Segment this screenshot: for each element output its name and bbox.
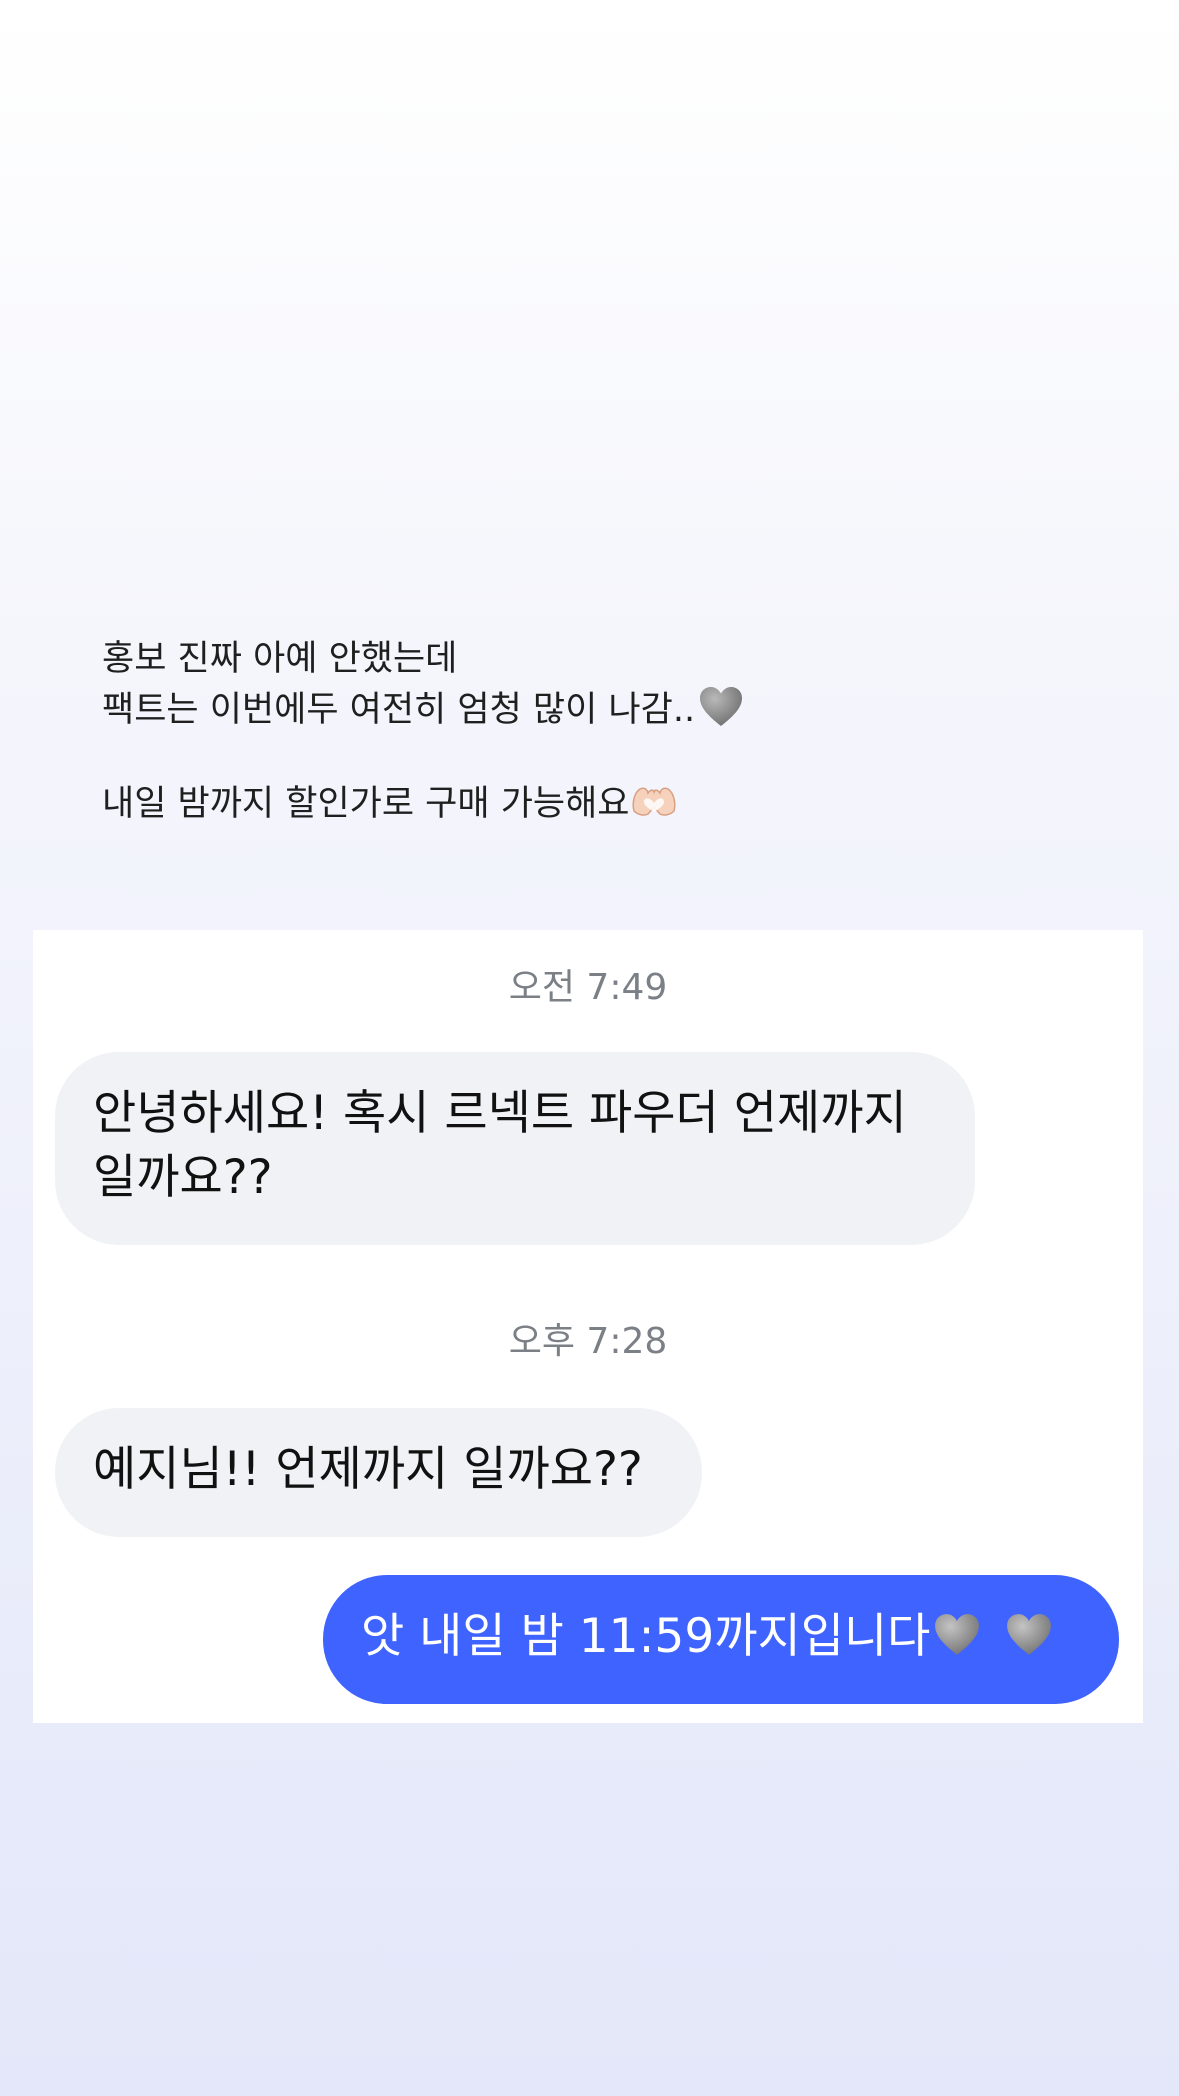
caption-line-2: 팩트는 이번에두 여전히 엄청 많이 나감.. [102, 683, 1002, 734]
caption-line-1: 홍보 진짜 아예 안했는데 [102, 639, 458, 679]
incoming-message-1[interactable]: 안녕하세요! 혹시 르넥트 파우더 언제까지 일까요?? [55, 1052, 975, 1245]
grey-heart-icon [700, 687, 743, 726]
grey-heart-icon [1007, 1614, 1052, 1655]
incoming-message-2[interactable]: 예지님!! 언제까지 일까요?? [55, 1408, 702, 1537]
caption-gap [102, 734, 1002, 781]
caption-line-3-text: 내일 밤까지 할인가로 구매 가능해요 [102, 784, 630, 824]
timestamp-2: 오후 7:28 [508, 1321, 668, 1362]
caption-line-3: 내일 밤까지 할인가로 구매 가능해요 [102, 781, 1002, 828]
outgoing-message-1[interactable]: 앗 내일 밤 11:59까지입니다 [323, 1575, 1119, 1704]
outgoing-message-1-text: 앗 내일 밤 11:59까지입니다 [361, 1609, 931, 1664]
story-caption: 홍보 진짜 아예 안했는데 팩트는 이번에두 여전히 엄청 많이 나감.. 내일… [102, 636, 1002, 828]
incoming-message-1-line-2: 일까요?? [93, 1150, 273, 1205]
caption-line-2-text: 팩트는 이번에두 여전히 엄청 많이 나감.. [102, 690, 696, 730]
chat-screenshot: 오전 7:49 안녕하세요! 혹시 르넥트 파우더 언제까지 일까요?? 오후 … [33, 930, 1143, 1723]
incoming-message-1-line-1: 안녕하세요! 혹시 르넥트 파우더 언제까지 [93, 1086, 907, 1141]
timestamp-1: 오전 7:49 [508, 967, 668, 1008]
grey-heart-icon [935, 1614, 980, 1655]
heart-hands-icon [632, 787, 676, 816]
